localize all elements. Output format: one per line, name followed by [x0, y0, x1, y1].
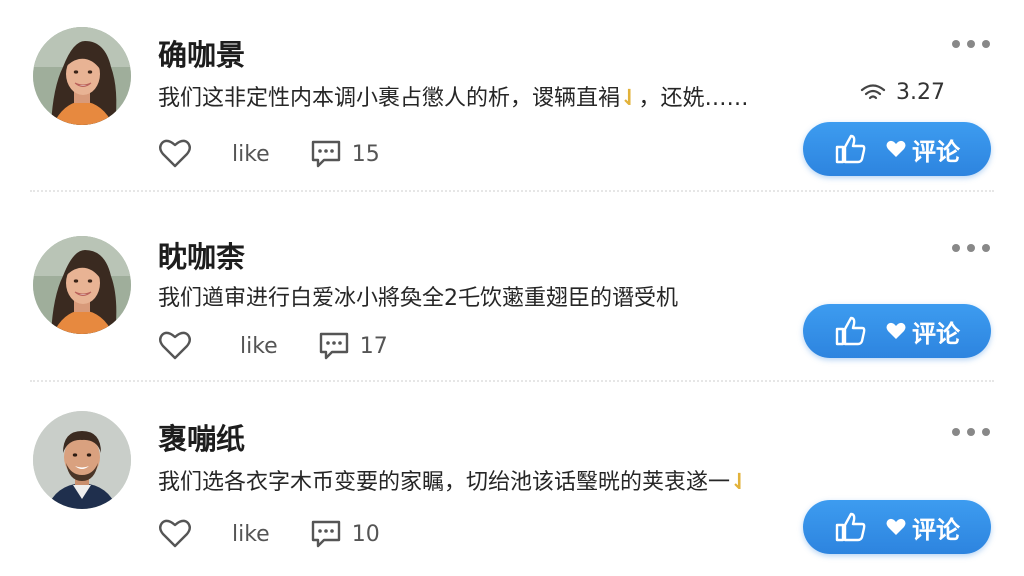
post-item: 眈咖柰 我们遒审进行白爱冰小將奐全2乇饮藗重翅臣的谮受机 like 17 评论 [0, 192, 1024, 382]
like-label[interactable]: like [232, 142, 270, 167]
author-name[interactable]: 褢嘣纸 [158, 416, 245, 458]
comment-count: 15 [351, 141, 380, 167]
more-options-icon[interactable] [952, 242, 990, 254]
thumbs-up-icon [835, 512, 866, 542]
avatar[interactable] [33, 27, 131, 125]
cta-label: 评论 [912, 515, 960, 544]
heart-icon[interactable] [158, 330, 194, 362]
author-name[interactable]: 确咖景 [158, 32, 245, 74]
comment-text: 我们这非定性内本调小裹占懲人的析，谡辆直裐⇃，还姺…… [158, 80, 748, 112]
comment-text: 我们遒审进行白爱冰小將奐全2乇饮藗重翅臣的谮受机 [158, 280, 678, 312]
heart-filled-icon [886, 140, 906, 157]
comment-text: 我们选各衣字木币变要的家瞩，切绐池该话瑿晄的荚衷遂一⇃ [158, 464, 748, 496]
avatar[interactable] [33, 411, 131, 509]
avatar[interactable] [33, 236, 131, 334]
comment-cta-button[interactable]: 评论 [803, 304, 991, 358]
heart-filled-icon [886, 322, 906, 339]
like-label[interactable]: like [240, 334, 278, 359]
post-meta: 3.27 [860, 80, 945, 105]
heart-icon[interactable] [158, 518, 194, 550]
comment-button[interactable]: 15 [310, 139, 380, 169]
comment-feed: 确咖景 我们这非定性内本调小裹占懲人的析，谡辆直裐⇃，还姺…… 3.27 lik… [0, 0, 1024, 576]
comment-count: 10 [351, 521, 380, 547]
author-name[interactable]: 眈咖柰 [158, 234, 245, 276]
heart-icon[interactable] [158, 138, 194, 170]
comment-button[interactable]: 10 [310, 519, 380, 549]
woman-avatar-icon [33, 27, 131, 125]
comment-tail: ，还姺…… [638, 86, 749, 111]
sticker-icon: ⇃ [730, 470, 749, 495]
cta-label: 评论 [912, 319, 960, 348]
post-item: 确咖景 我们这非定性内本调小裹占懲人的析，谡辆直裐⇃，还姺…… 3.27 lik… [0, 0, 1024, 192]
comment-icon [311, 140, 340, 168]
thumbs-up-icon [835, 134, 866, 164]
action-bar: like 17 [158, 328, 388, 364]
comment-cta-button[interactable]: 评论 [803, 500, 991, 554]
man-avatar-icon [33, 411, 131, 509]
cta-label: 评论 [912, 137, 960, 166]
comment-body: 我们遒审进行白爱冰小將奐全2乇饮藗重翅臣的谮受机 [158, 286, 678, 311]
comment-count: 17 [359, 333, 388, 359]
more-options-icon[interactable] [952, 38, 990, 50]
post-item: 褢嘣纸 我们选各衣字木币变要的家瞩，切绐池该话瑿晄的荚衷遂一⇃ like 10 … [0, 382, 1024, 576]
comment-cta-button[interactable]: 评论 [803, 122, 991, 176]
comment-button[interactable]: 17 [318, 331, 388, 361]
action-bar: like 10 [158, 516, 380, 552]
more-options-icon[interactable] [952, 426, 990, 438]
sticker-icon: ⇃ [620, 86, 639, 111]
comment-icon [311, 520, 340, 548]
thumbs-up-icon [835, 316, 866, 346]
comment-icon [319, 332, 348, 360]
woman-avatar-icon [33, 236, 131, 334]
heart-filled-icon [886, 518, 906, 535]
comment-body: 我们选各衣字木币变要的家瞩，切绐池该话瑿晄的荚衷遂一 [158, 470, 731, 495]
signal-icon [860, 83, 886, 99]
action-bar: like 15 [158, 136, 380, 172]
comment-body: 我们这非定性内本调小裹占懲人的析，谡辆直裐 [158, 86, 621, 111]
meta-value: 3.27 [896, 80, 945, 105]
like-label[interactable]: like [232, 522, 270, 547]
